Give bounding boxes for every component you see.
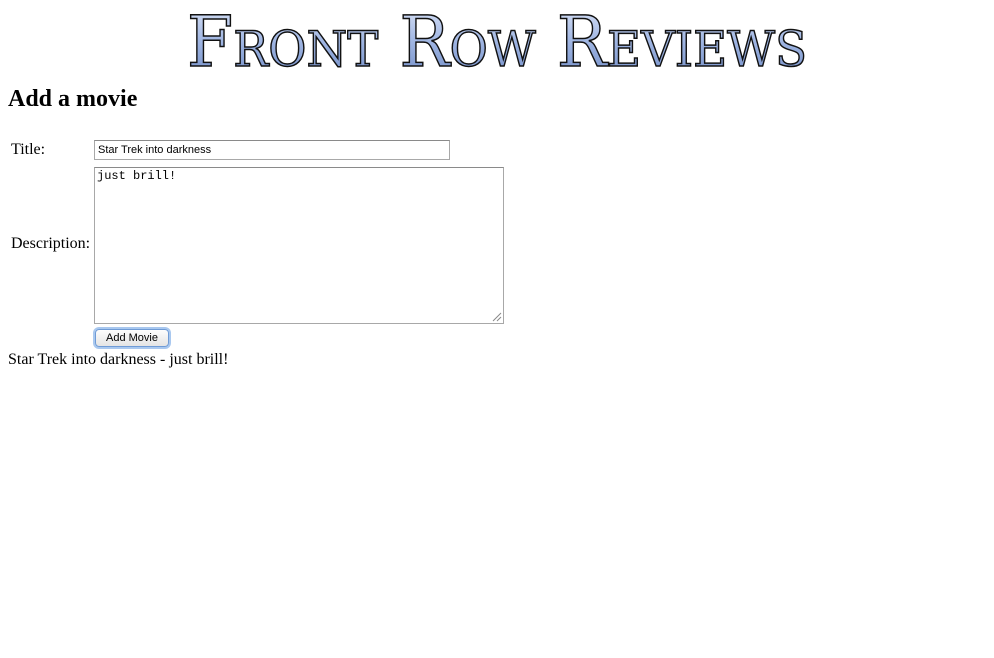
title-label: Title: xyxy=(11,141,46,158)
site-logo: Front Row Reviews xyxy=(0,0,994,76)
resize-grip-icon[interactable] xyxy=(492,312,502,322)
movie-title: Star Trek into darkness xyxy=(8,351,156,368)
description-textarea[interactable]: just brill! xyxy=(94,167,504,324)
add-movie-button[interactable]: Add Movie xyxy=(95,329,169,347)
page-title: Add a movie xyxy=(8,86,138,112)
movie-list-item: Star Trek into darkness - just brill! xyxy=(8,351,229,368)
logo-text: Front Row Reviews xyxy=(187,1,807,76)
description-label: Description: xyxy=(11,235,91,252)
title-input[interactable] xyxy=(94,140,450,160)
movie-description: just brill! xyxy=(169,351,229,368)
